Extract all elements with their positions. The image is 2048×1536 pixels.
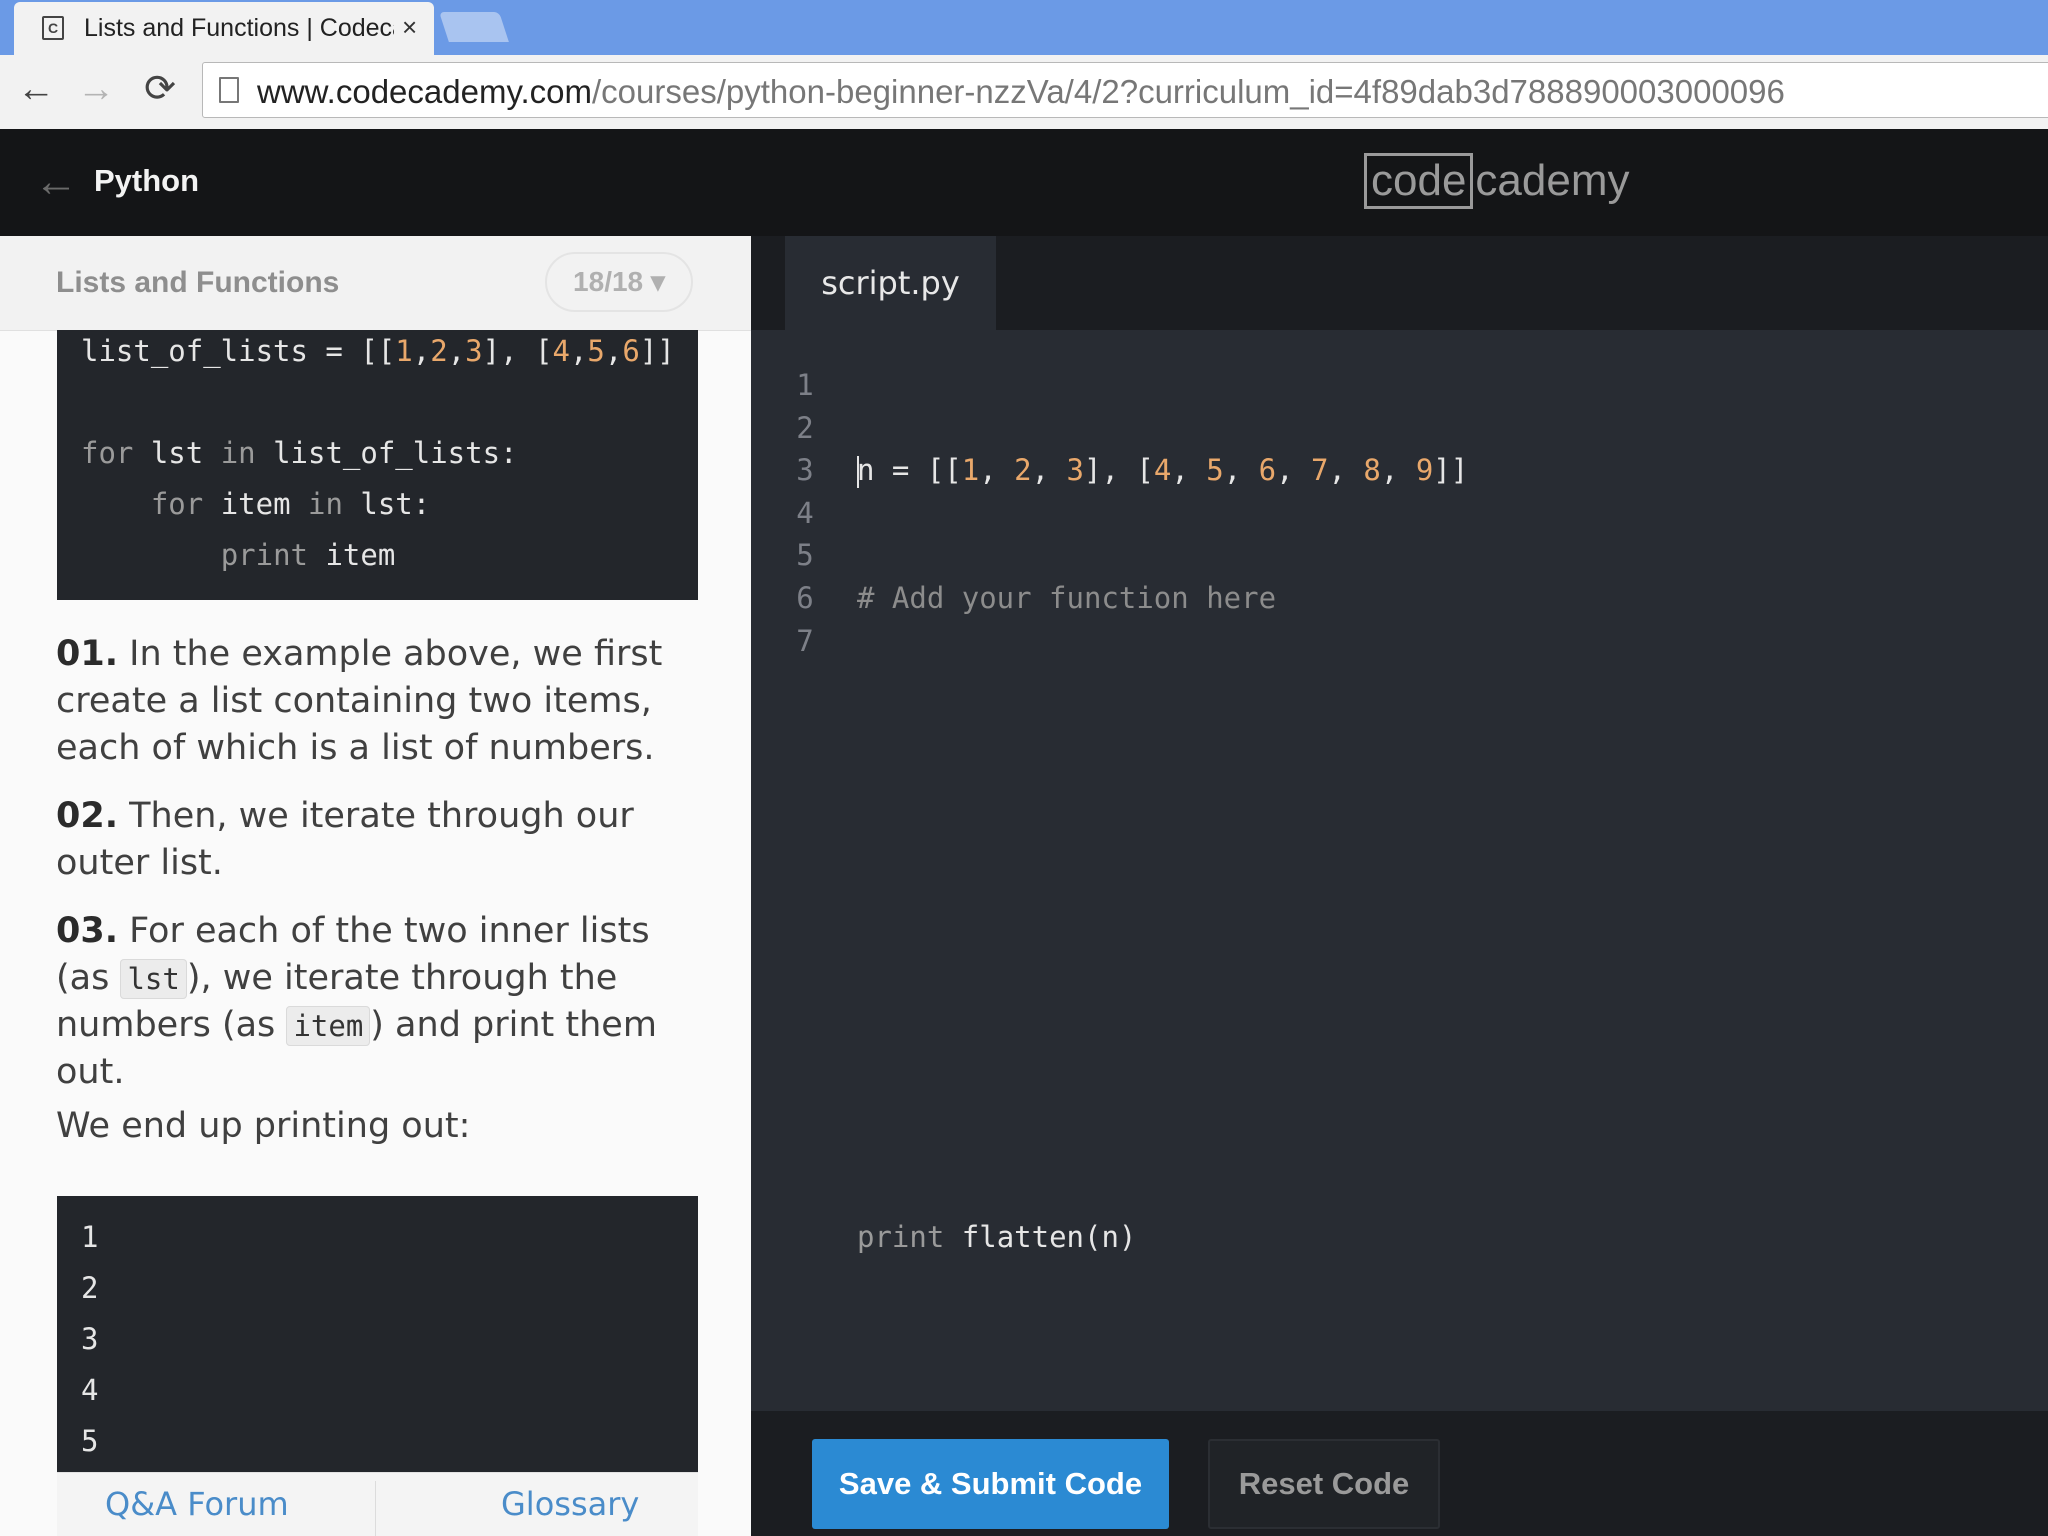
editor-line-7[interactable]: print flatten(n) [857,1216,1468,1259]
url-path: /courses/python-beginner-nzzVa/4/2?curri… [592,73,1785,110]
code-line-5: print item [220,538,396,572]
qa-forum-link[interactable]: Q&A Forum [105,1485,289,1523]
course-title[interactable]: Python [94,163,199,199]
example-code: list_of_lists = [[1,2,3], [4,5,6]] for l… [81,326,675,581]
line-number: 2 [796,410,814,445]
instructions-panel: Lists and Functions 18/18 ▾ list_of_list… [0,236,751,1536]
code-text-area[interactable]: n = [[1, 2, 3], [4, 5, 6, 7, 8, 9]] # Ad… [857,364,1468,1344]
output-intro-text: We end up printing out: [56,1106,471,1146]
codecademy-logo[interactable]: code cademy [1364,153,1630,211]
inline-code-item: item [286,1006,371,1046]
editor-line-3[interactable] [857,705,1468,748]
lesson-title: Lists and Functions [56,266,340,299]
editor-line-5[interactable] [857,960,1468,1003]
save-submit-button[interactable]: Save & Submit Code [812,1439,1169,1529]
url-host: www.codecademy.com [257,73,593,110]
editor-line-2[interactable]: # Add your function here [857,577,1468,620]
line-number: 7 [796,623,814,658]
new-tab-button[interactable] [439,12,509,42]
code-line-3: for lst in list_of_lists: [81,436,518,470]
instruction-steps: 01. In the example above, we first creat… [56,631,706,1117]
code-line-4: for item in lst: [150,487,431,521]
inline-code-lst: lst [120,959,187,999]
instruction-step-1: 01. In the example above, we first creat… [56,634,663,768]
codecademy-favicon-icon: C [42,16,64,40]
code-line-1: list_of_lists = [[1,2,3], [4,5,6]] [81,334,675,368]
exercise-progress-dropdown[interactable]: 18/18 ▾ [545,252,693,312]
forward-arrow-icon[interactable]: → [72,65,120,113]
panel-footer: Q&A Forum Glossary [57,1472,698,1536]
line-number: 4 [796,495,814,530]
output-lines: 1 2 3 4 5 [81,1220,99,1458]
line-number: 1 [796,368,814,402]
browser-tab-active[interactable]: C Lists and Functions | Codecademy × [14,2,434,55]
site-header: ← Python code cademy [0,129,2048,236]
file-tab-script-py[interactable]: script.py [785,236,996,330]
editor-line-4[interactable] [857,833,1468,876]
close-tab-icon[interactable]: × [402,12,417,43]
editor-action-bar: Save & Submit Code Reset Code [751,1411,2048,1536]
browser-tab-strip: C Lists and Functions | Codecademy × [0,0,2048,55]
page-icon [219,77,239,103]
editor-tab-bar: script.py [751,236,2048,330]
footer-divider [375,1481,376,1536]
address-bar[interactable]: www.codecademy.com/courses/python-beginn… [202,62,2048,118]
back-to-course-icon[interactable]: ← [34,157,78,207]
code-editor: script.py 1 2 3 4 5 6 7 n = [[1, 2, 3], … [751,236,2048,1411]
url-text: www.codecademy.com/courses/python-beginn… [257,73,1785,111]
example-code-block: list_of_lists = [[1,2,3], [4,5,6]] for l… [57,330,698,600]
back-arrow-icon[interactable]: ← [12,65,60,113]
logo-cademy: cademy [1475,156,1630,205]
editor-line-6[interactable] [857,1088,1468,1131]
glossary-link[interactable]: Glossary [501,1485,639,1523]
line-number: 5 [796,538,814,573]
browser-toolbar: ← → ⟳ www.codecademy.com/courses/python-… [0,55,2048,130]
reload-icon[interactable]: ⟳ [136,65,184,113]
reset-code-button[interactable]: Reset Code [1208,1439,1440,1529]
lesson-header: Lists and Functions 18/18 ▾ [0,236,751,331]
line-number: 3 [796,453,814,488]
editor-line-1[interactable]: n = [[1, 2, 3], [4, 5, 6, 7, 8, 9]] [857,449,1468,492]
line-number: 6 [796,580,814,615]
line-number-gutter: 1 2 3 4 5 6 7 [785,364,825,662]
instruction-step-3: 03. For each of the two inner lists (as … [56,911,657,1092]
browser-tab-title: Lists and Functions | Codecademy [84,14,394,42]
logo-code-box: code [1364,153,1474,209]
instruction-step-2: 02. Then, we iterate through our outer l… [56,796,634,883]
